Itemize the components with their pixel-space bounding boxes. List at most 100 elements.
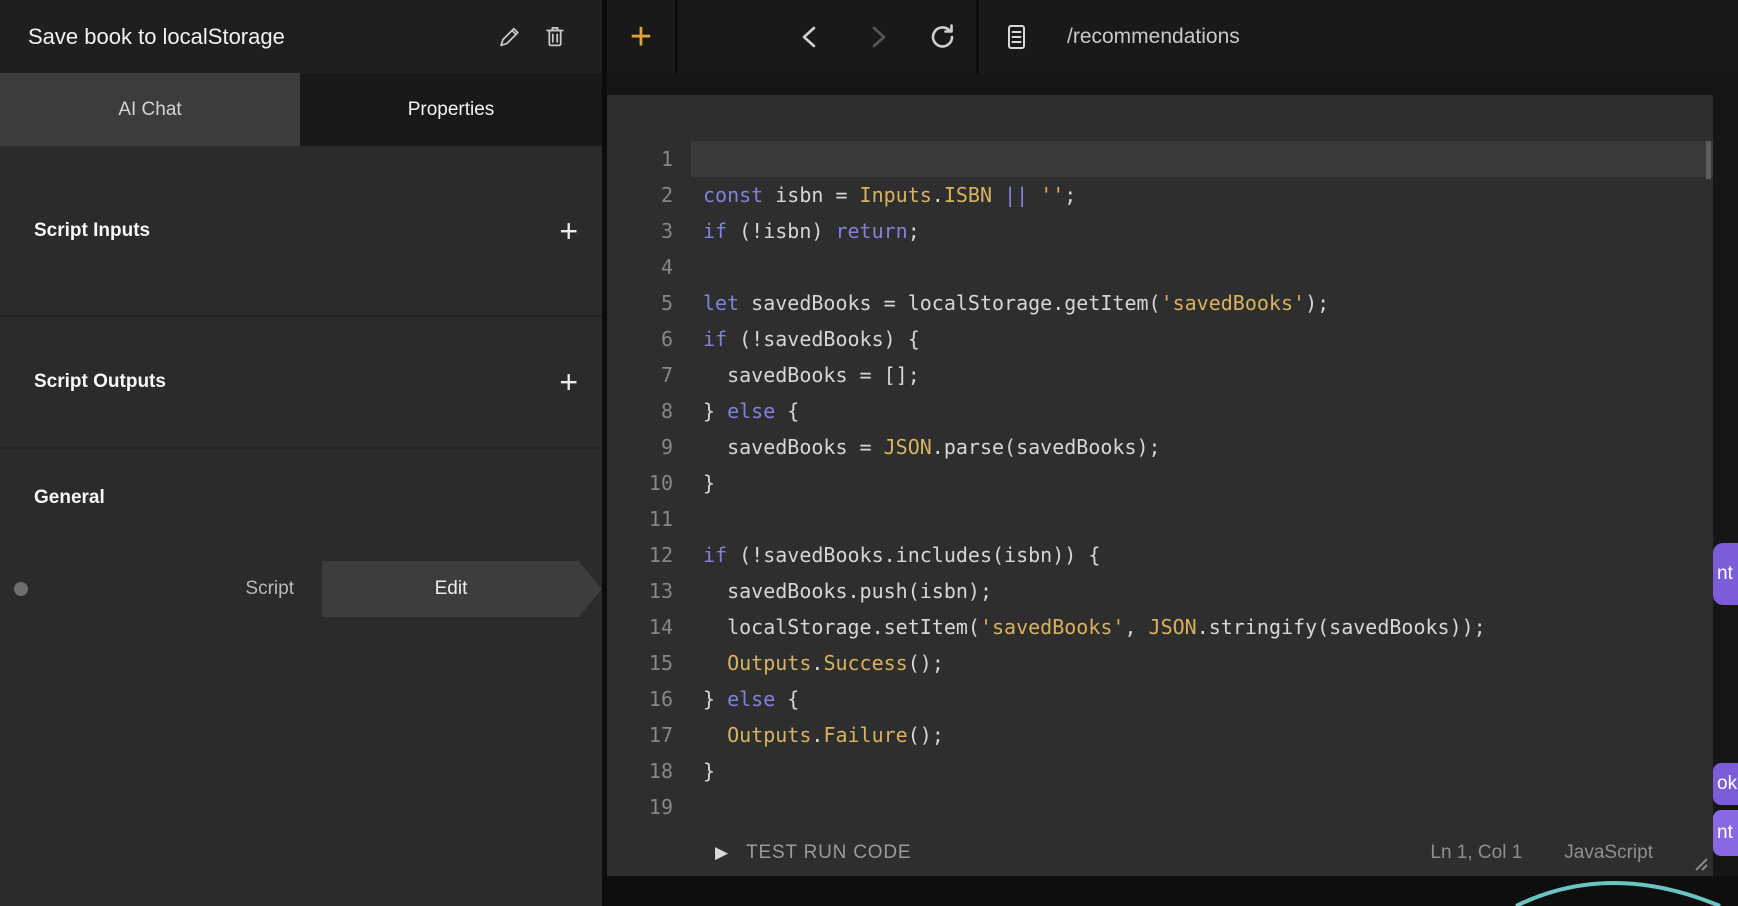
code-area: 12345678910111213141516171819 const isbn… [607,95,1713,830]
line-number: 13 [607,573,673,609]
line-number: 2 [607,177,673,213]
page-button-fragment-label: nt [1717,822,1733,844]
panel-title: Save book to localStorage [28,24,486,50]
script-inputs-label: Script Inputs [34,220,150,242]
code-line[interactable]: if (!savedBooks) { [691,321,1713,357]
chevron-right-icon [861,21,893,53]
panel-header: Save book to localStorage [0,0,602,73]
pencil-icon [495,23,523,51]
add-script-output-button[interactable]: + [559,366,578,398]
code-line[interactable]: } [691,465,1713,501]
general-label: General [34,487,105,508]
line-numbers: 12345678910111213141516171819 [607,141,691,830]
code-line[interactable]: savedBooks.push(isbn); [691,573,1713,609]
code-line[interactable]: } else { [691,681,1713,717]
plus-icon: + [559,364,578,400]
chevron-left-icon [795,21,827,53]
line-number: 6 [607,321,673,357]
test-run-code-button[interactable]: TEST RUN CODE [746,842,911,864]
browser-toolbar: + /recommendations [607,0,1738,73]
plus-icon: + [559,213,578,249]
code-lines: const isbn = Inputs.ISBN || '';if (!isbn… [691,141,1713,830]
tab-properties[interactable]: Properties [300,73,602,146]
line-number: 17 [607,717,673,753]
line-number: 1 [607,141,673,177]
plus-icon: + [630,18,652,56]
code-line[interactable]: } [691,753,1713,789]
page-button-fragment-label: nt [1717,563,1733,585]
tab-ai-chat-label: AI Chat [118,99,181,121]
url-bar[interactable]: /recommendations [1067,25,1240,49]
script-property-label: Script [0,561,294,617]
delete-button[interactable] [532,14,578,60]
code-line[interactable]: } else { [691,393,1713,429]
section-script-inputs: Script Inputs + [0,146,602,317]
play-icon[interactable]: ▶ [715,843,728,863]
line-number: 7 [607,357,673,393]
add-script-input-button[interactable]: + [559,215,578,247]
toolbar-separator [976,0,979,73]
tab-properties-label: Properties [408,99,495,121]
line-number: 12 [607,537,673,573]
code-line[interactable]: localStorage.setItem('savedBooks', JSON.… [691,609,1713,645]
script-property-row: Script Edit [0,561,602,617]
document-icon [1000,21,1032,53]
line-number: 5 [607,285,673,321]
page-button-fragment[interactable]: nt [1713,543,1738,605]
refresh-icon [927,21,959,53]
line-number: 10 [607,465,673,501]
code-line[interactable]: let savedBooks = localStorage.getItem('s… [691,285,1713,321]
page-button-fragment[interactable]: ok [1713,763,1738,805]
code-line[interactable]: savedBooks = []; [691,357,1713,393]
code-line[interactable]: Outputs.Success(); [691,645,1713,681]
trash-icon [541,23,569,51]
resize-handle[interactable] [1690,853,1708,871]
code-line[interactable]: if (!isbn) return; [691,213,1713,249]
page-button-fragment-label: ok [1717,773,1737,795]
forward-button[interactable] [844,0,910,73]
edit-button-arrow [580,563,602,615]
panel-body: Script Inputs + Script Outputs + General… [0,146,602,906]
cursor-position-label: Ln 1, Col 1 [1430,842,1522,864]
code-line[interactable]: if (!savedBooks.includes(isbn)) { [691,537,1713,573]
code-editor-panel: 12345678910111213141516171819 const isbn… [607,95,1713,876]
line-number: 16 [607,681,673,717]
line-number: 4 [607,249,673,285]
rename-button[interactable] [486,14,532,60]
panel-tabs: AI Chat Properties [0,73,602,146]
properties-panel: Save book to localStorage AI Chat [0,0,602,906]
app-window: nt ok nt + [0,0,1738,906]
language-label: JavaScript [1564,842,1653,864]
line-number: 14 [607,609,673,645]
script-outputs-label: Script Outputs [34,371,166,393]
line-number: 19 [607,789,673,825]
code-line[interactable] [691,789,1713,825]
code-line[interactable]: savedBooks = JSON.parse(savedBooks); [691,429,1713,465]
code-line[interactable] [691,141,1713,177]
page-bottom-strip [607,876,1738,906]
code-line[interactable]: const isbn = Inputs.ISBN || ''; [691,177,1713,213]
line-number: 9 [607,429,673,465]
new-tab-button[interactable]: + [607,0,678,73]
edit-script-button[interactable]: Edit [322,561,580,617]
tab-ai-chat[interactable]: AI Chat [0,73,300,146]
line-number: 3 [607,213,673,249]
resize-grip-icon [1690,853,1708,871]
section-general: General Script Edit [0,449,602,617]
line-number: 18 [607,753,673,789]
line-number: 11 [607,501,673,537]
line-number: 15 [607,645,673,681]
section-script-outputs: Script Outputs + [0,317,602,449]
page-button-fragment[interactable]: nt [1713,810,1738,856]
refresh-button[interactable] [910,0,976,73]
chart-arc-fragment [1498,876,1738,906]
panel-divider[interactable] [602,0,607,906]
page-button[interactable] [983,0,1049,73]
scrollbar-thumb[interactable] [1706,141,1711,179]
code-line[interactable] [691,501,1713,537]
code-line[interactable] [691,249,1713,285]
back-button[interactable] [778,0,844,73]
editor-status-bar: ▶ TEST RUN CODE Ln 1, Col 1 JavaScript [607,830,1713,876]
line-number: 8 [607,393,673,429]
code-line[interactable]: Outputs.Failure(); [691,717,1713,753]
